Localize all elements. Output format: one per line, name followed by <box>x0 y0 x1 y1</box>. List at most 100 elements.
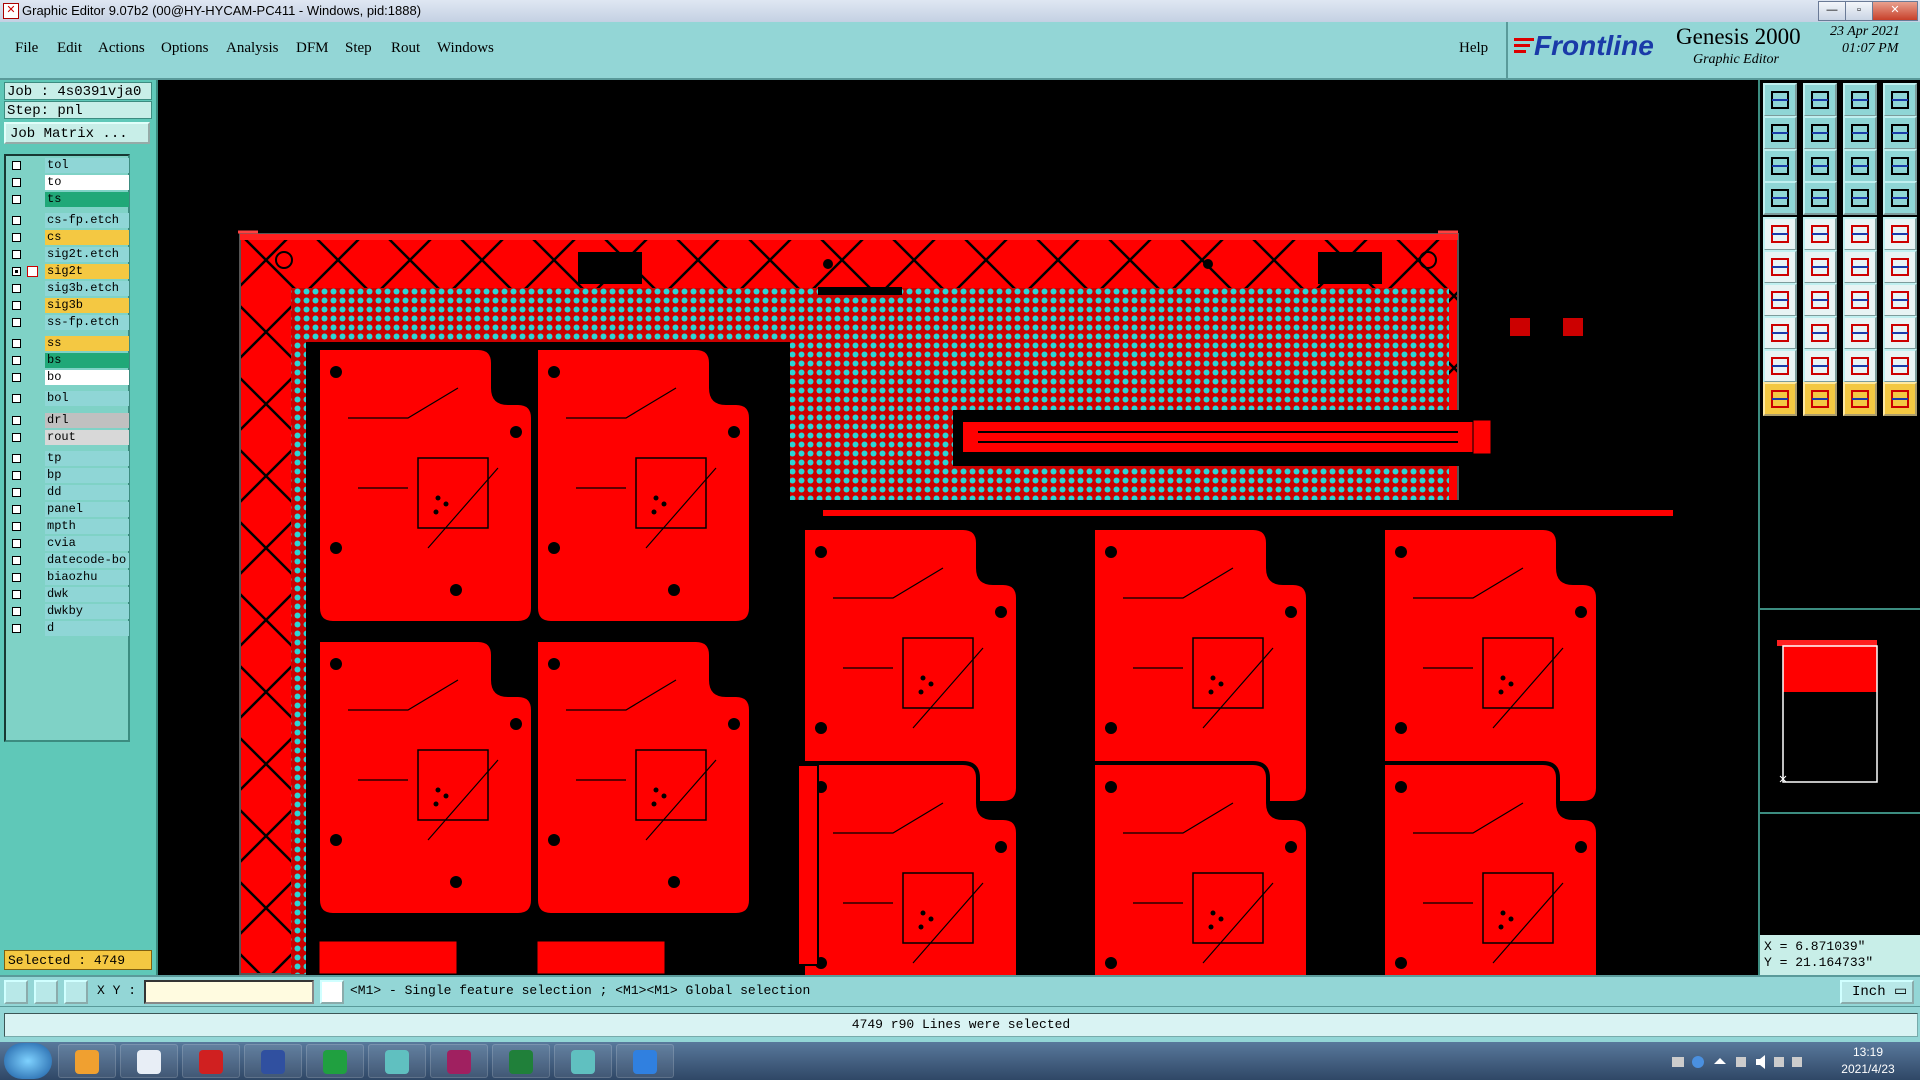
minus-icon[interactable] <box>1803 316 1837 350</box>
menu-options[interactable]: Options <box>161 40 209 57</box>
fit-all-icon[interactable] <box>1763 149 1797 183</box>
layer-name[interactable]: dd <box>45 485 129 500</box>
layer-checkbox[interactable] <box>12 590 21 599</box>
overview-map[interactable] <box>1760 610 1920 812</box>
help-icon[interactable] <box>1883 149 1917 183</box>
taskbar-app-2[interactable] <box>120 1044 178 1078</box>
connect-icon[interactable] <box>1763 250 1797 284</box>
layer-row-dwkby[interactable]: dwkby <box>8 604 129 619</box>
grid-icon[interactable] <box>1803 181 1837 215</box>
layer-row-to[interactable]: to <box>8 175 129 190</box>
resize-icon[interactable] <box>1843 316 1877 350</box>
split-icon[interactable] <box>1883 283 1917 317</box>
layer-row-cs[interactable]: cs <box>8 230 129 245</box>
layer-checkbox[interactable] <box>12 195 21 204</box>
arc-a-icon[interactable] <box>1843 349 1877 383</box>
layer-name[interactable]: sig2t.etch <box>45 247 129 262</box>
add-icon[interactable] <box>1763 316 1797 350</box>
zoom-home-icon[interactable] <box>1763 83 1797 117</box>
menu-rout[interactable]: Rout <box>391 40 420 57</box>
layer-name[interactable]: bp <box>45 468 129 483</box>
system-tray[interactable] <box>1670 1054 1810 1070</box>
select-multi-icon[interactable] <box>1883 382 1917 416</box>
fit-profile-icon[interactable] <box>1803 149 1837 183</box>
layer-name[interactable]: bol <box>45 391 129 406</box>
layer-name[interactable]: cvia <box>45 536 129 551</box>
measure-icon[interactable] <box>34 980 58 1004</box>
taskbar-app-6[interactable] <box>368 1044 426 1078</box>
layer-row-cs-fp.etch[interactable]: cs-fp.etch <box>8 213 129 228</box>
layer-checkbox[interactable] <box>12 178 21 187</box>
polygon-icon[interactable] <box>1803 217 1837 251</box>
select-icon[interactable] <box>1763 382 1797 416</box>
layer-checkbox[interactable] <box>12 471 21 480</box>
layer-checkbox[interactable] <box>12 539 21 548</box>
taskbar-app-1[interactable] <box>58 1044 116 1078</box>
menu-help[interactable]: Help <box>1459 40 1488 57</box>
layer-checkbox[interactable] <box>12 318 21 327</box>
layer-row-ts[interactable]: ts <box>8 192 129 207</box>
layer-name[interactable]: cs <box>45 230 129 245</box>
cross-icon[interactable] <box>1803 250 1837 284</box>
maximize-button[interactable]: ▫ <box>1845 1 1873 21</box>
layer-row-rout[interactable]: rout <box>8 430 129 445</box>
layer-row-dd[interactable]: dd <box>8 485 129 500</box>
mirror-icon[interactable] <box>1843 116 1877 150</box>
layer-row-bp[interactable]: bp <box>8 468 129 483</box>
taskbar-app-10[interactable] <box>616 1044 674 1078</box>
layer-checkbox[interactable] <box>12 250 21 259</box>
units-selector[interactable]: Inch ▭ <box>1840 980 1914 1004</box>
layer-checkbox[interactable] <box>12 267 21 276</box>
slash-icon[interactable] <box>1803 283 1837 317</box>
point-icon[interactable] <box>1843 250 1877 284</box>
line-icon[interactable] <box>1883 250 1917 284</box>
layer-name[interactable]: ss <box>45 336 129 351</box>
layer-row-bs[interactable]: bs <box>8 353 129 368</box>
layer-checkbox[interactable] <box>12 573 21 582</box>
snap-icon[interactable] <box>1883 116 1917 150</box>
layer-name[interactable]: drl <box>45 413 129 428</box>
layer-row-sig3b[interactable]: sig3b <box>8 298 129 313</box>
layer-row-biaozhu[interactable]: biaozhu <box>8 570 129 585</box>
menu-file[interactable]: File <box>15 40 38 57</box>
copy-icon[interactable] <box>1883 316 1917 350</box>
layer-row-sig2t.etch[interactable]: sig2t.etch <box>8 247 129 262</box>
info-icon[interactable] <box>320 980 344 1004</box>
layer-row-mpth[interactable]: mpth <box>8 519 129 534</box>
arc-icon[interactable] <box>1843 283 1877 317</box>
menu-windows[interactable]: Windows <box>437 40 494 57</box>
start-button[interactable] <box>4 1043 52 1079</box>
layer-checkbox[interactable] <box>12 624 21 633</box>
layer-name[interactable]: dwkby <box>45 604 129 619</box>
circle-icon[interactable] <box>1883 217 1917 251</box>
layer-row-tol[interactable]: tol <box>8 158 129 173</box>
layer-name[interactable]: to <box>45 175 129 190</box>
layer-name[interactable]: tol <box>45 158 129 173</box>
measure-icon[interactable] <box>1843 217 1877 251</box>
layer-checkbox[interactable] <box>12 301 21 310</box>
layer-name[interactable]: rout <box>45 430 129 445</box>
layer-checkbox[interactable] <box>12 233 21 242</box>
layer-name[interactable]: datecode-bo <box>45 553 129 568</box>
layer-checkbox[interactable] <box>12 522 21 531</box>
taskbar-clock[interactable]: 13:19 2021/4/23 <box>1820 1044 1916 1078</box>
grid-icon[interactable] <box>64 980 88 1004</box>
layer-row-dwk[interactable]: dwk <box>8 587 129 602</box>
layer-checkbox[interactable] <box>12 373 21 382</box>
layer-checkbox[interactable] <box>12 161 21 170</box>
taskbar-app-5[interactable] <box>306 1044 364 1078</box>
taskbar-app-8[interactable] <box>492 1044 550 1078</box>
taskbar-app-9[interactable] <box>554 1044 612 1078</box>
layer-checkbox[interactable] <box>12 416 21 425</box>
layer-name[interactable]: sig3b.etch <box>45 281 129 296</box>
minimize-button[interactable]: — <box>1818 1 1846 21</box>
taskbar-app-3[interactable] <box>182 1044 240 1078</box>
snap-grid-icon[interactable] <box>4 980 28 1004</box>
menu-step[interactable]: Step <box>345 40 372 57</box>
zoom-in-icon[interactable] <box>1803 83 1837 117</box>
layer-name[interactable]: mpth <box>45 519 129 534</box>
scale-icon[interactable] <box>1843 149 1877 183</box>
layer-row-d[interactable]: d <box>8 621 129 636</box>
layer-checkbox[interactable] <box>12 488 21 497</box>
home-icon[interactable] <box>1843 83 1877 117</box>
